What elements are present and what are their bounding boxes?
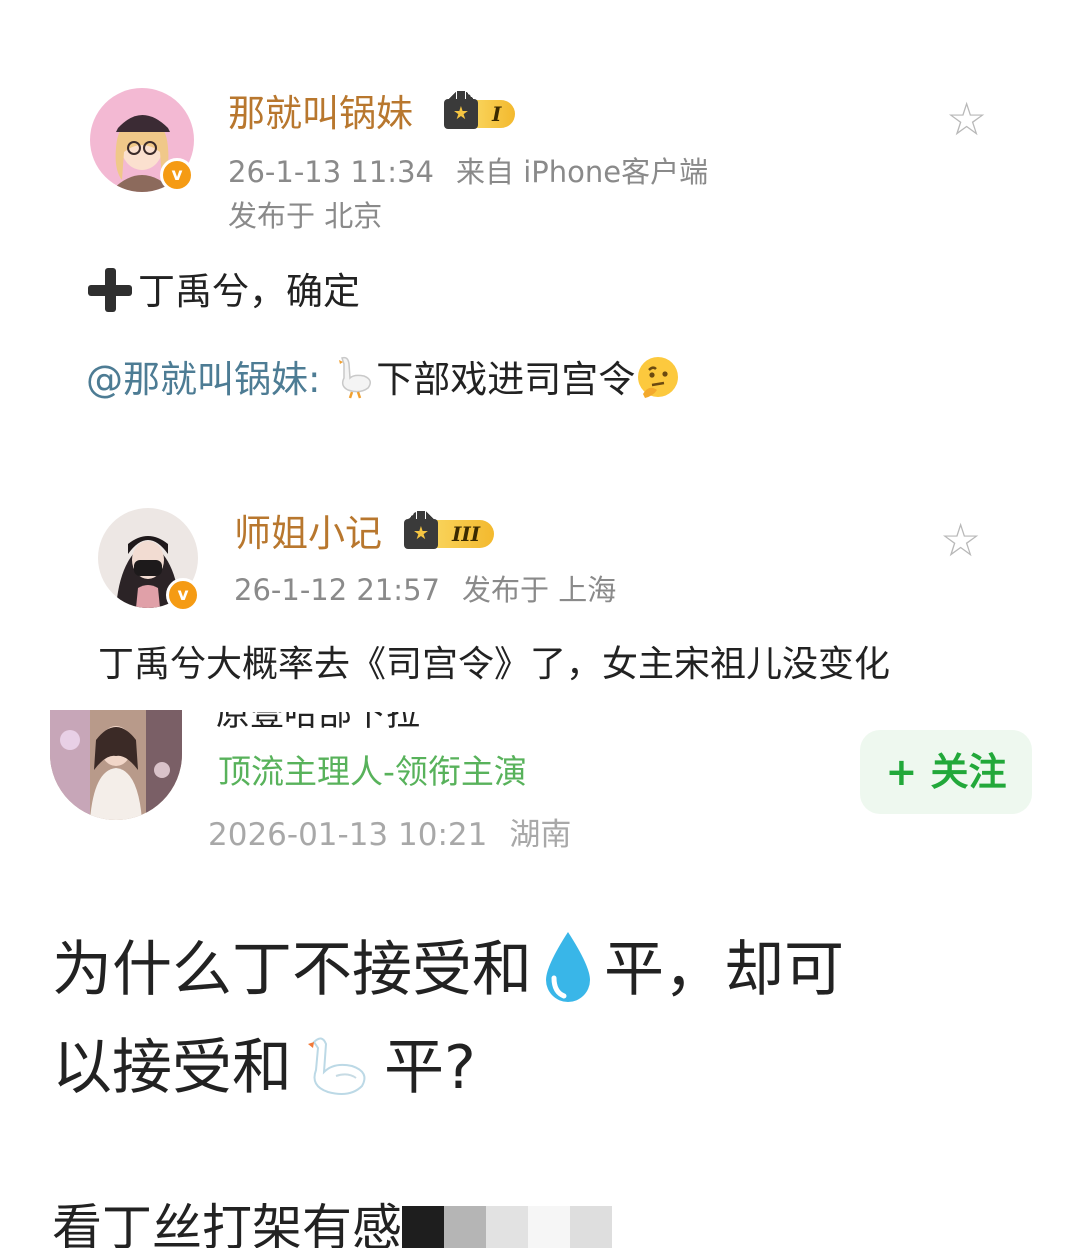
post1-meta: 26-1-13 11:34 来自 iPhone客户端 xyxy=(228,154,708,190)
star-outline-icon[interactable]: ☆ xyxy=(946,96,987,142)
post2-username[interactable]: 师姐小记 xyxy=(234,512,382,556)
post3-content-line3: 看丁丝打架有感 xyxy=(52,1198,612,1248)
post1-location: 发布于 北京 xyxy=(228,199,383,233)
crown-badge-icon[interactable]: ★ I xyxy=(444,91,516,132)
post1-content-text: 丁禹兮，确定 xyxy=(138,270,360,313)
post3-line1-part1: 为什么丁不接受和 xyxy=(52,935,532,1005)
post2-timestamp: 26-1-12 21:57 xyxy=(234,573,440,607)
post1-content: 丁禹兮，确定 xyxy=(88,268,360,315)
post1-repost: @那就叫锅妹: 下部戏进司宫令 xyxy=(86,354,681,411)
post3-meta: 2026-01-13 10:21 湖南 xyxy=(208,816,571,854)
badge-level: III xyxy=(436,520,495,548)
redacted-blocks xyxy=(402,1206,612,1248)
star-outline-icon[interactable]: ☆ xyxy=(940,517,981,563)
crown-badge-icon[interactable]: ★ III xyxy=(404,511,495,552)
goose-emoji-icon xyxy=(332,354,376,411)
plus-emoji-icon xyxy=(88,268,132,312)
post3-line1-part2: 平，却可 xyxy=(604,935,844,1005)
post2-content: 丁禹兮大概率去《司宫令》了，女主宋祖儿没变化 xyxy=(98,644,891,685)
post3-content-line1: 为什么丁不接受和 平，却可 xyxy=(52,922,844,1034)
post3-avatar[interactable] xyxy=(50,710,182,820)
post3-line2-part2: 平? xyxy=(384,1033,476,1103)
post3-content-line2: 以接受和 平? xyxy=(52,1020,476,1132)
post1-timestamp: 26-1-13 11:34 xyxy=(228,155,434,189)
post3-cut-name-clip: 原壹哈部下拉 xyxy=(216,712,536,734)
repost-mention-link[interactable]: @那就叫锅妹: xyxy=(86,358,320,401)
post2-meta: 26-1-12 21:57 发布于 上海 xyxy=(234,572,616,608)
swan-emoji-icon xyxy=(300,1032,376,1132)
post1-username[interactable]: 那就叫锅妹 xyxy=(228,92,413,136)
verified-badge-icon: v xyxy=(166,578,200,612)
post3-line3-text: 看丁丝打架有感 xyxy=(52,1199,402,1248)
post3-location: 湖南 xyxy=(509,817,572,853)
post2-location: 发布于 上海 xyxy=(461,573,617,607)
verified-badge-icon: v xyxy=(160,158,194,192)
post3-content-line3-clip: 看丁丝打架有感 xyxy=(52,1198,612,1248)
post3-line2-part1: 以接受和 xyxy=(52,1033,292,1103)
post3-user-tag: 顶流主理人-领衔主演 xyxy=(218,752,527,791)
follow-button[interactable]: + 关注 xyxy=(860,730,1032,814)
water-drop-emoji-icon xyxy=(540,930,596,1034)
thinking-face-emoji-icon xyxy=(635,354,681,411)
post3-username[interactable]: 原壹哈部下拉 xyxy=(216,712,536,734)
badge-level: I xyxy=(476,100,516,128)
post3-timestamp: 2026-01-13 10:21 xyxy=(208,817,488,853)
post1-repost-text: 下部戏进司宫令 xyxy=(376,358,636,401)
post1-source: 来自 iPhone客户端 xyxy=(455,155,709,189)
